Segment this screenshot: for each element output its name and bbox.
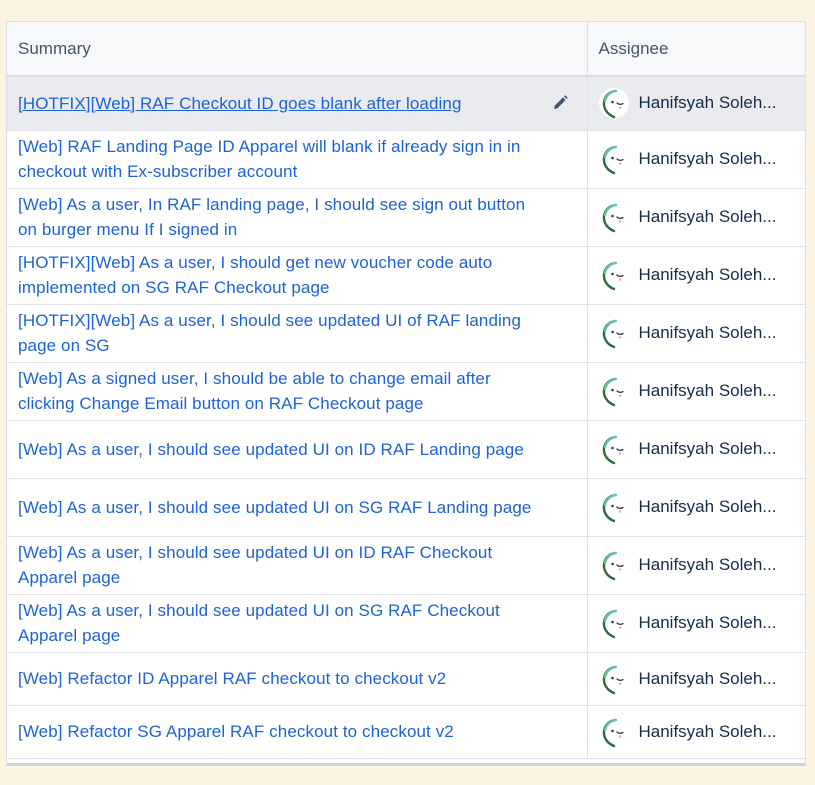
issue-summary-link[interactable]: [Web] As a signed user, I should be able… — [18, 366, 547, 416]
issue-summary-link[interactable]: [Web] As a user, In RAF landing page, I … — [18, 192, 547, 242]
assignee-name: Hanifsyah Soleh... — [638, 721, 777, 741]
column-header-summary[interactable]: Summary — [7, 22, 588, 77]
assignee-name: Hanifsyah Soleh... — [638, 613, 777, 632]
assignee-name: Hanifsyah Soleh... — [638, 381, 777, 400]
assignee-cell: Hanifsyah Soleh... — [587, 246, 805, 305]
assignee-cell: Hanifsyah Soleh... — [587, 652, 805, 706]
assignee-cell: Hanifsyah Soleh... — [587, 478, 805, 537]
assignee-name: Hanifsyah Soleh... — [638, 497, 777, 516]
assignee[interactable]: Hanifsyah Soleh... — [598, 716, 796, 748]
summary-cell: [Web] Refactor ID Apparel RAF checkout t… — [7, 652, 588, 706]
assignee-cell: Hanifsyah Soleh... — [587, 705, 805, 759]
table-row: [HOTFIX][Web] RAF Checkout ID goes blank… — [7, 76, 805, 131]
table-row: [Web] As a user, I should see updated UI… — [7, 420, 805, 479]
avatar-icon — [598, 318, 629, 349]
summary-cell: [Web] As a user, In RAF landing page, I … — [7, 188, 588, 247]
assignee-cell: Hanifsyah Soleh... — [587, 188, 805, 247]
table-row: [Web] As a user, I should see updated UI… — [7, 536, 805, 595]
assignee-name: Hanifsyah Soleh... — [638, 439, 777, 458]
summary-cell: [HOTFIX][Web] As a user, I should see up… — [7, 304, 588, 363]
summary-cell: [HOTFIX][Web] As a user, I should get ne… — [7, 246, 588, 305]
issue-summary-link[interactable]: [Web] As a user, I should see updated UI… — [18, 540, 547, 590]
issue-summary-link[interactable]: [Web] As a user, I should see updated UI… — [18, 437, 547, 462]
summary-cell: [Web] As a user, I should see updated UI… — [7, 594, 588, 653]
avatar-icon — [598, 144, 629, 175]
table-body: [HOTFIX][Web] RAF Checkout ID goes blank… — [7, 76, 805, 759]
avatar-icon — [598, 202, 629, 233]
issue-summary-link[interactable]: [HOTFIX][Web] As a user, I should see up… — [18, 308, 547, 358]
avatar-icon — [598, 550, 629, 581]
pencil-icon[interactable] — [551, 94, 569, 112]
issue-summary-link[interactable]: [Web] RAF Landing Page ID Apparel will b… — [18, 134, 547, 184]
table-row: [Web] As a user, I should see updated UI… — [7, 594, 805, 653]
table-row: [Web] Refactor ID Apparel RAF checkout t… — [7, 652, 805, 706]
summary-cell: [Web] Refactor SG Apparel RAF checkout t… — [7, 705, 588, 759]
avatar-icon — [598, 376, 629, 407]
table-row: [Web] As a user, I should see updated UI… — [7, 478, 805, 537]
assignee-name: Hanifsyah Soleh... — [638, 265, 777, 284]
assignee[interactable]: Hanifsyah Soleh... — [598, 433, 796, 465]
assignee-cell: Hanifsyah Soleh... — [587, 76, 805, 131]
assignee-cell: Hanifsyah Soleh... — [587, 536, 805, 595]
summary-cell: [HOTFIX][Web] RAF Checkout ID goes blank… — [7, 76, 588, 131]
issues-table: Summary Assignee [HOTFIX][Web] RAF Check… — [7, 22, 805, 759]
avatar-icon — [598, 260, 629, 291]
assignee-cell: Hanifsyah Soleh... — [587, 362, 805, 421]
summary-cell: [Web] As a user, I should see updated UI… — [7, 536, 588, 595]
issue-summary-link[interactable]: [HOTFIX][Web] RAF Checkout ID goes blank… — [18, 91, 547, 116]
column-header-assignee[interactable]: Assignee — [587, 22, 805, 77]
assignee[interactable]: Hanifsyah Soleh... — [598, 491, 796, 523]
table-row: [Web] Refactor SG Apparel RAF checkout t… — [7, 705, 805, 759]
issues-table-panel: Summary Assignee [HOTFIX][Web] RAF Check… — [6, 21, 806, 766]
avatar-icon — [598, 434, 629, 465]
assignee-name: Hanifsyah Soleh... — [638, 555, 777, 574]
avatar-icon — [598, 88, 629, 119]
assignee[interactable]: Hanifsyah Soleh... — [598, 607, 796, 639]
assignee-name: Hanifsyah Soleh... — [638, 323, 777, 342]
assignee-name: Hanifsyah Soleh... — [638, 207, 777, 226]
summary-cell: [Web] As a user, I should see updated UI… — [7, 478, 588, 537]
summary-cell: [Web] As a user, I should see updated UI… — [7, 420, 588, 479]
assignee-name: Hanifsyah Soleh... — [638, 149, 777, 168]
assignee[interactable]: Hanifsyah Soleh... — [598, 549, 796, 581]
assignee[interactable]: Hanifsyah Soleh... — [598, 259, 796, 291]
assignee[interactable]: Hanifsyah Soleh... — [598, 317, 796, 349]
assignee-cell: Hanifsyah Soleh... — [587, 304, 805, 363]
assignee[interactable]: Hanifsyah Soleh... — [598, 663, 796, 695]
table-header-row: Summary Assignee — [7, 22, 805, 77]
table-row: [HOTFIX][Web] As a user, I should see up… — [7, 304, 805, 363]
issue-summary-link[interactable]: [Web] As a user, I should see updated UI… — [18, 495, 547, 520]
assignee-cell: Hanifsyah Soleh... — [587, 420, 805, 479]
assignee[interactable]: Hanifsyah Soleh... — [598, 201, 796, 233]
summary-cell: [Web] As a signed user, I should be able… — [7, 362, 588, 421]
assignee[interactable]: Hanifsyah Soleh... — [598, 87, 796, 119]
assignee-cell: Hanifsyah Soleh... — [587, 130, 805, 189]
assignee-name: Hanifsyah Soleh... — [638, 668, 777, 688]
table-row: [Web] RAF Landing Page ID Apparel will b… — [7, 130, 805, 189]
summary-cell: [Web] RAF Landing Page ID Apparel will b… — [7, 130, 588, 189]
table-row: [HOTFIX][Web] As a user, I should get ne… — [7, 246, 805, 305]
assignee-name: Hanifsyah Soleh... — [638, 93, 777, 113]
issue-summary-link[interactable]: [Web] Refactor ID Apparel RAF checkout t… — [18, 666, 547, 691]
avatar-icon — [598, 716, 629, 747]
avatar-icon — [598, 492, 629, 523]
avatar-icon — [598, 663, 629, 694]
issue-summary-link[interactable]: [Web] Refactor SG Apparel RAF checkout t… — [18, 719, 547, 744]
table-row: [Web] As a user, In RAF landing page, I … — [7, 188, 805, 247]
assignee[interactable]: Hanifsyah Soleh... — [598, 375, 796, 407]
assignee-cell: Hanifsyah Soleh... — [587, 594, 805, 653]
assignee[interactable]: Hanifsyah Soleh... — [598, 143, 796, 175]
issue-summary-link[interactable]: [Web] As a user, I should see updated UI… — [18, 598, 547, 648]
table-row: [Web] As a signed user, I should be able… — [7, 362, 805, 421]
issue-summary-link[interactable]: [HOTFIX][Web] As a user, I should get ne… — [18, 250, 547, 300]
avatar-icon — [598, 608, 629, 639]
